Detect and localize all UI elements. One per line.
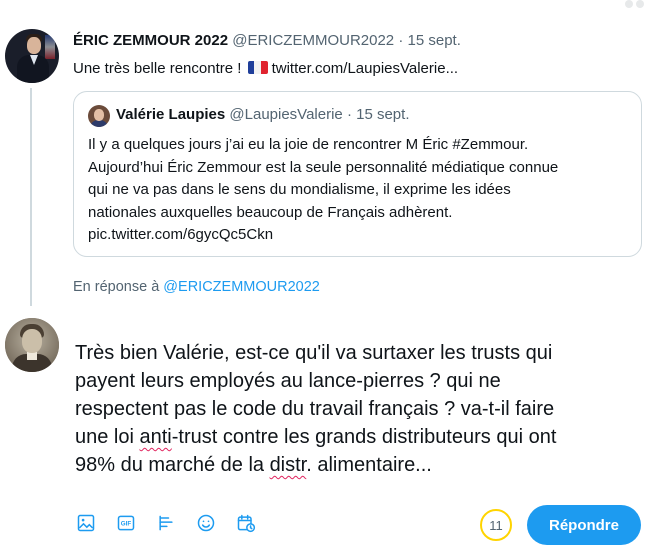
quoted-author-handle: @LaupiesValerie (229, 106, 343, 123)
spellcheck-word[interactable]: anti (140, 426, 172, 448)
reply-button[interactable]: Répondre (527, 505, 641, 545)
tweet-date[interactable]: 15 sept. (408, 32, 461, 49)
quoted-tweet-header: Valérie Laupies @LaupiesValerie · 15 sep… (116, 106, 409, 123)
eric-zemmour-avatar[interactable] (5, 29, 59, 83)
quoted-line: qui ne va pas dans le sens du mondialism… (88, 181, 511, 198)
quoted-tweet-card[interactable]: Valérie Laupies @LaupiesValerie · 15 sep… (73, 91, 642, 257)
poll-icon[interactable] (155, 512, 177, 534)
remaining-characters: 11 (489, 517, 503, 533)
compose-line: respectent pas le code du travail frança… (75, 398, 555, 420)
compose-line: Très bien Valérie, est-ce qu'il va surta… (75, 342, 553, 364)
author-handle[interactable]: @ERICZEMMOUR2022 (232, 32, 394, 49)
author-name[interactable]: ÉRIC ZEMMOUR 2022 (73, 32, 228, 49)
image-icon[interactable] (75, 512, 97, 534)
separator: · (346, 106, 357, 123)
reply-prefix: En réponse à (73, 279, 164, 295)
quoted-media-link: pic.twitter.com/6gycQc5Ckn (88, 226, 274, 243)
avatar-background-flag (45, 35, 55, 59)
gif-label: GIF (121, 521, 132, 528)
original-tweet-text: Une très belle rencontre ! twitter.com/L… (73, 60, 458, 77)
reply-handle-link[interactable]: @ERICZEMMOUR2022 (163, 279, 320, 295)
top-edge-dot (625, 0, 633, 8)
user-avatar[interactable] (5, 318, 59, 372)
quoted-tweet-text: Il y a quelques jours j’ai eu la joie de… (88, 134, 628, 247)
compose-line: 98% du marché de la distr. alimentaire..… (75, 454, 432, 476)
quoted-tweet-date: 15 sept. (356, 106, 410, 123)
reply-text-input[interactable]: Très bien Valérie, est-ce qu'il va surta… (75, 339, 640, 479)
compose-line: payent leurs employés au lance-pierres ?… (75, 370, 501, 392)
top-edge (0, 0, 647, 12)
separator: · (398, 32, 408, 49)
quoted-line: nationales auxquelles beaucoup de França… (88, 203, 453, 221)
quoted-line: Aujourd’hui Éric Zemmour est la seule pe… (88, 158, 559, 176)
original-tweet-header: ÉRIC ZEMMOUR 2022 @ERICZEMMOUR2022 · 15 … (73, 32, 461, 49)
tweet-text-content: Une très belle rencontre ! (73, 60, 246, 77)
reply-context: En réponse à @ERICZEMMOUR2022 (73, 279, 320, 295)
emoji-icon[interactable] (195, 512, 217, 534)
gif-icon[interactable]: GIF (115, 512, 137, 534)
valerie-laupies-avatar (88, 105, 110, 127)
top-edge-dot (636, 0, 644, 8)
schedule-icon[interactable] (235, 512, 257, 534)
quoted-author-name: Valérie Laupies (116, 106, 226, 123)
tweet-link[interactable]: twitter.com/LaupiesValerie... (272, 60, 458, 77)
compose-line: une loi anti-trust contre les grands dis… (75, 426, 557, 448)
spellcheck-word[interactable]: distr (270, 454, 307, 476)
flag-france-icon (247, 61, 268, 74)
quoted-line: Il y a quelques jours j’ai eu la joie de… (88, 136, 529, 153)
thread-line (30, 88, 32, 306)
character-counter: 11 (480, 509, 512, 541)
